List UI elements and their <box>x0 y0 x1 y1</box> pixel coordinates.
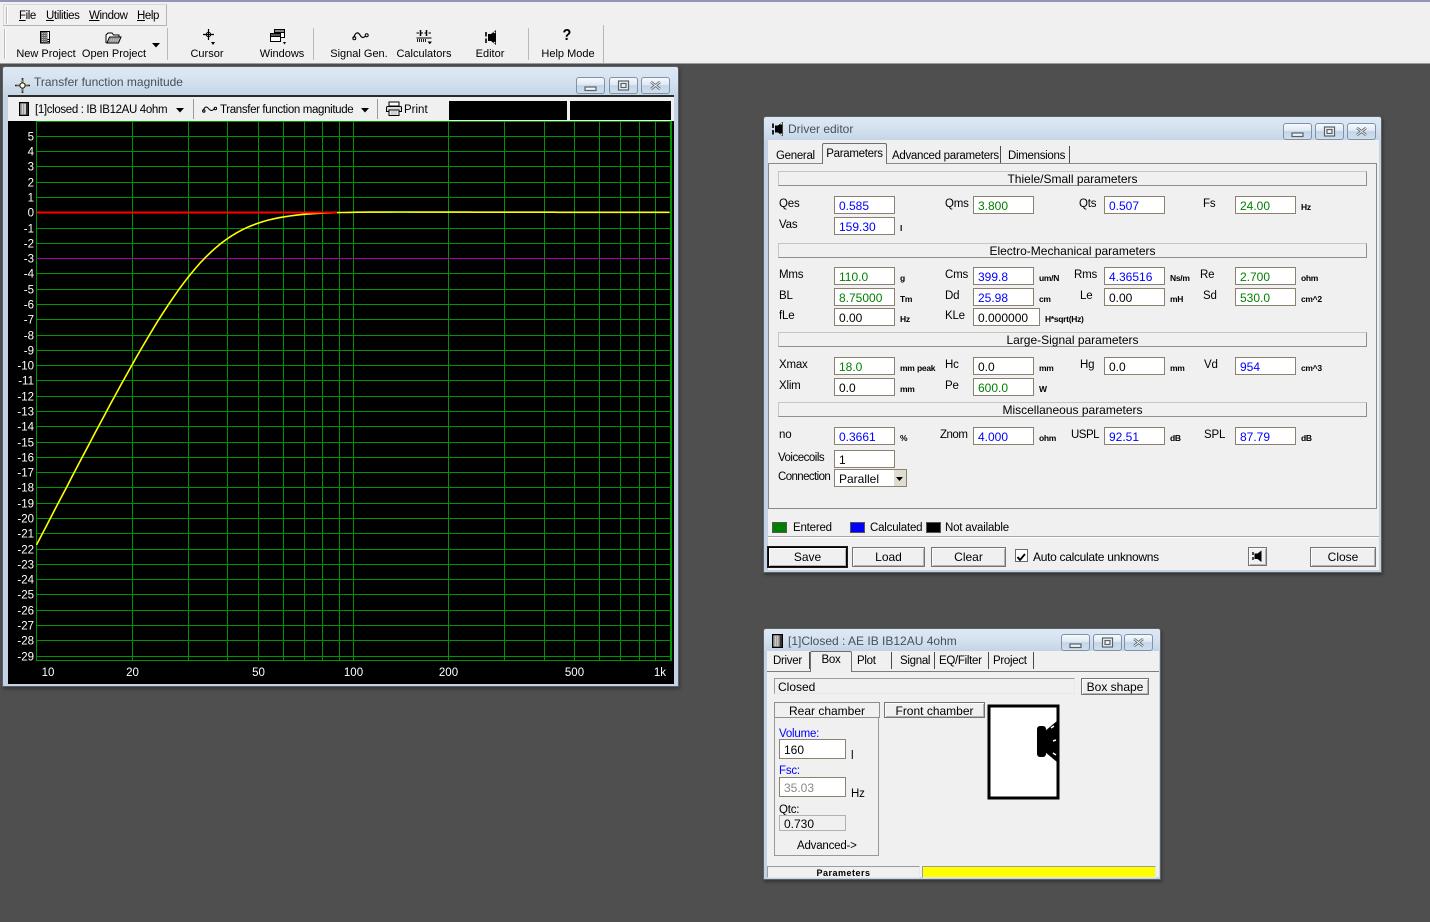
svg-text:-10: -10 <box>17 361 34 373</box>
svg-text:50: 50 <box>252 667 265 679</box>
svg-text:-2: -2 <box>24 239 34 251</box>
svg-text:-17: -17 <box>17 468 34 480</box>
svg-text:-3: -3 <box>24 254 34 266</box>
svg-text:1k: 1k <box>654 667 666 679</box>
svg-text:-23: -23 <box>17 560 34 572</box>
svg-text:-4: -4 <box>24 269 35 281</box>
svg-text:-21: -21 <box>17 529 34 541</box>
svg-text:10: 10 <box>42 667 55 679</box>
svg-text:-8: -8 <box>24 331 34 343</box>
svg-text:-12: -12 <box>17 392 34 404</box>
svg-text:-11: -11 <box>18 376 34 388</box>
svg-text:-28: -28 <box>17 636 34 648</box>
svg-text:-19: -19 <box>17 499 34 511</box>
svg-text:100: 100 <box>344 667 363 679</box>
svg-text:3: 3 <box>28 162 34 174</box>
svg-text:-29: -29 <box>17 652 34 664</box>
svg-text:-1: -1 <box>24 224 34 236</box>
svg-text:-7: -7 <box>24 315 34 327</box>
svg-text:-14: -14 <box>17 422 34 434</box>
svg-text:-25: -25 <box>17 590 34 602</box>
svg-text:500: 500 <box>565 667 584 679</box>
svg-text:-24: -24 <box>17 575 34 587</box>
svg-text:0: 0 <box>28 208 34 220</box>
svg-text:200: 200 <box>439 667 458 679</box>
svg-text:-18: -18 <box>17 483 34 495</box>
svg-text:4: 4 <box>28 147 35 159</box>
svg-text:-27: -27 <box>17 621 34 633</box>
svg-text:5: 5 <box>28 132 34 144</box>
svg-text:20: 20 <box>126 667 139 679</box>
svg-text:-6: -6 <box>24 300 34 312</box>
svg-text:1: 1 <box>28 193 34 205</box>
svg-text:-15: -15 <box>17 438 34 450</box>
svg-text:-9: -9 <box>24 346 34 358</box>
svg-text:-5: -5 <box>24 285 34 297</box>
svg-text:-26: -26 <box>17 606 34 618</box>
svg-text:-16: -16 <box>17 453 34 465</box>
svg-text:-20: -20 <box>17 514 34 526</box>
svg-text:-22: -22 <box>17 545 34 557</box>
svg-text:2: 2 <box>28 178 34 190</box>
svg-text:-13: -13 <box>17 407 34 419</box>
